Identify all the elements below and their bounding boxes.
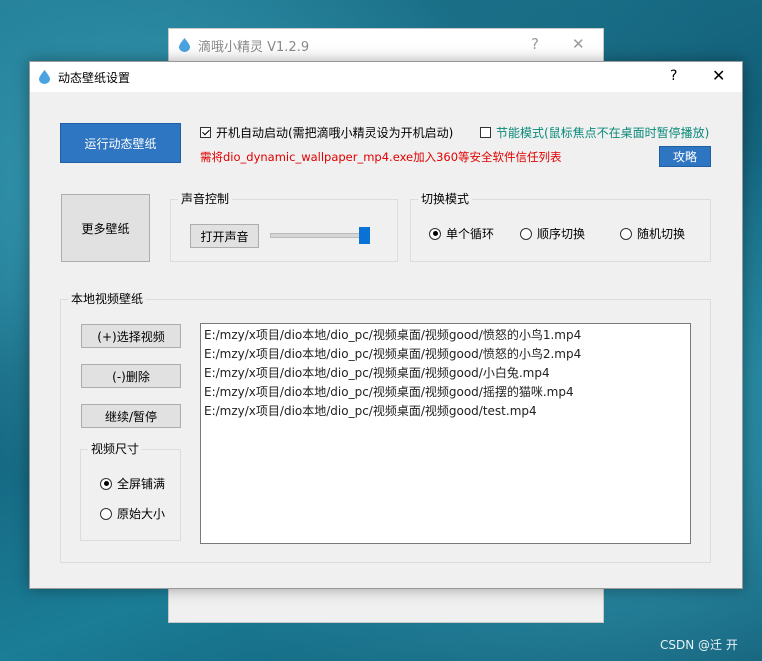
pause-resume-button[interactable]: 继续/暂停 xyxy=(81,404,181,428)
dialog-titlebar: 动态壁纸设置 ? ✕ xyxy=(30,62,742,92)
delete-video-button[interactable]: (-)删除 xyxy=(81,364,181,388)
run-wallpaper-button[interactable]: 运行动态壁纸 xyxy=(60,123,181,163)
mode-random-radio[interactable]: 随机切换 xyxy=(620,225,685,242)
video-size-group xyxy=(80,449,181,541)
select-video-button[interactable]: (+)选择视频 xyxy=(81,324,181,348)
video-size-group-label: 视频尺寸 xyxy=(88,442,143,456)
mode-option-label: 随机切换 xyxy=(637,227,686,241)
list-item[interactable]: E:/mzy/x项目/dio本地/dio_pc/视频桌面/视频good/愤怒的小… xyxy=(204,345,687,364)
volume-slider-track[interactable] xyxy=(270,233,368,238)
mode-single-loop-radio[interactable]: 单个循环 xyxy=(429,225,494,242)
wallpaper-settings-dialog: 动态壁纸设置 ? ✕ 运行动态壁纸 开机自动启动(需把滴哦小精灵设为开机启动) … xyxy=(29,61,743,589)
list-item[interactable]: E:/mzy/x项目/dio本地/dio_pc/视频桌面/视频good/愤怒的小… xyxy=(204,326,687,345)
more-wallpapers-button[interactable]: 更多壁纸 xyxy=(61,194,150,262)
list-item[interactable]: E:/mzy/x项目/dio本地/dio_pc/视频桌面/视频good/小白兔.… xyxy=(204,364,687,383)
list-item[interactable]: E:/mzy/x项目/dio本地/dio_pc/视频桌面/视频good/test… xyxy=(204,402,687,421)
autostart-check-icon[interactable] xyxy=(200,127,211,138)
csdn-watermark: CSDN @迁 开 xyxy=(660,638,738,652)
size-option-label: 原始大小 xyxy=(117,507,166,521)
video-file-list[interactable]: E:/mzy/x项目/dio本地/dio_pc/视频桌面/视频good/愤怒的小… xyxy=(200,323,691,544)
warning-text: 需将dio_dynamic_wallpaper_mp4.exe加入360等安全软… xyxy=(200,150,562,164)
switch-mode-group-label: 切换模式 xyxy=(418,192,473,206)
close-button[interactable]: ✕ xyxy=(712,66,725,85)
radio-icon[interactable] xyxy=(100,477,112,490)
mode-sequential-radio[interactable]: 顺序切换 xyxy=(520,225,585,242)
autostart-checkbox[interactable]: 开机自动启动(需把滴哦小精灵设为开机启动) xyxy=(200,124,453,141)
radio-icon[interactable] xyxy=(429,227,441,240)
size-original-radio[interactable]: 原始大小 xyxy=(100,505,165,522)
radio-icon[interactable] xyxy=(100,507,112,520)
powersave-label: 节能模式(鼠标焦点不在桌面时暂停播放) xyxy=(496,126,710,140)
radio-icon[interactable] xyxy=(620,227,632,240)
background-window-titlebar: 滴哦小精灵 V1.2.9 ? ✕ xyxy=(169,29,603,61)
droplet-icon xyxy=(179,38,190,52)
background-close-button[interactable]: ✕ xyxy=(572,35,585,53)
help-button[interactable]: ? xyxy=(670,68,677,84)
toggle-sound-button[interactable]: 打开声音 xyxy=(190,224,259,248)
radio-icon[interactable] xyxy=(520,227,532,240)
background-help-button[interactable]: ? xyxy=(531,35,539,53)
dialog-title: 动态壁纸设置 xyxy=(58,70,131,85)
background-window-title: 滴哦小精灵 V1.2.9 xyxy=(198,39,310,55)
guide-button[interactable]: 攻略 xyxy=(659,146,711,167)
local-video-group-label: 本地视频壁纸 xyxy=(68,292,147,306)
list-item[interactable]: E:/mzy/x项目/dio本地/dio_pc/视频桌面/视频good/摇摆的猫… xyxy=(204,383,687,402)
droplet-icon xyxy=(39,70,50,84)
volume-slider-thumb[interactable] xyxy=(359,227,370,244)
autostart-label: 开机自动启动(需把滴哦小精灵设为开机启动) xyxy=(216,126,454,140)
size-fullscreen-radio[interactable]: 全屏铺满 xyxy=(100,475,165,492)
mode-option-label: 单个循环 xyxy=(446,227,495,241)
powersave-checkbox[interactable]: 节能模式(鼠标焦点不在桌面时暂停播放) xyxy=(480,124,709,141)
powersave-check-icon[interactable] xyxy=(480,127,491,138)
mode-option-label: 顺序切换 xyxy=(537,227,586,241)
sound-group-label: 声音控制 xyxy=(178,192,233,206)
size-option-label: 全屏铺满 xyxy=(117,477,166,491)
